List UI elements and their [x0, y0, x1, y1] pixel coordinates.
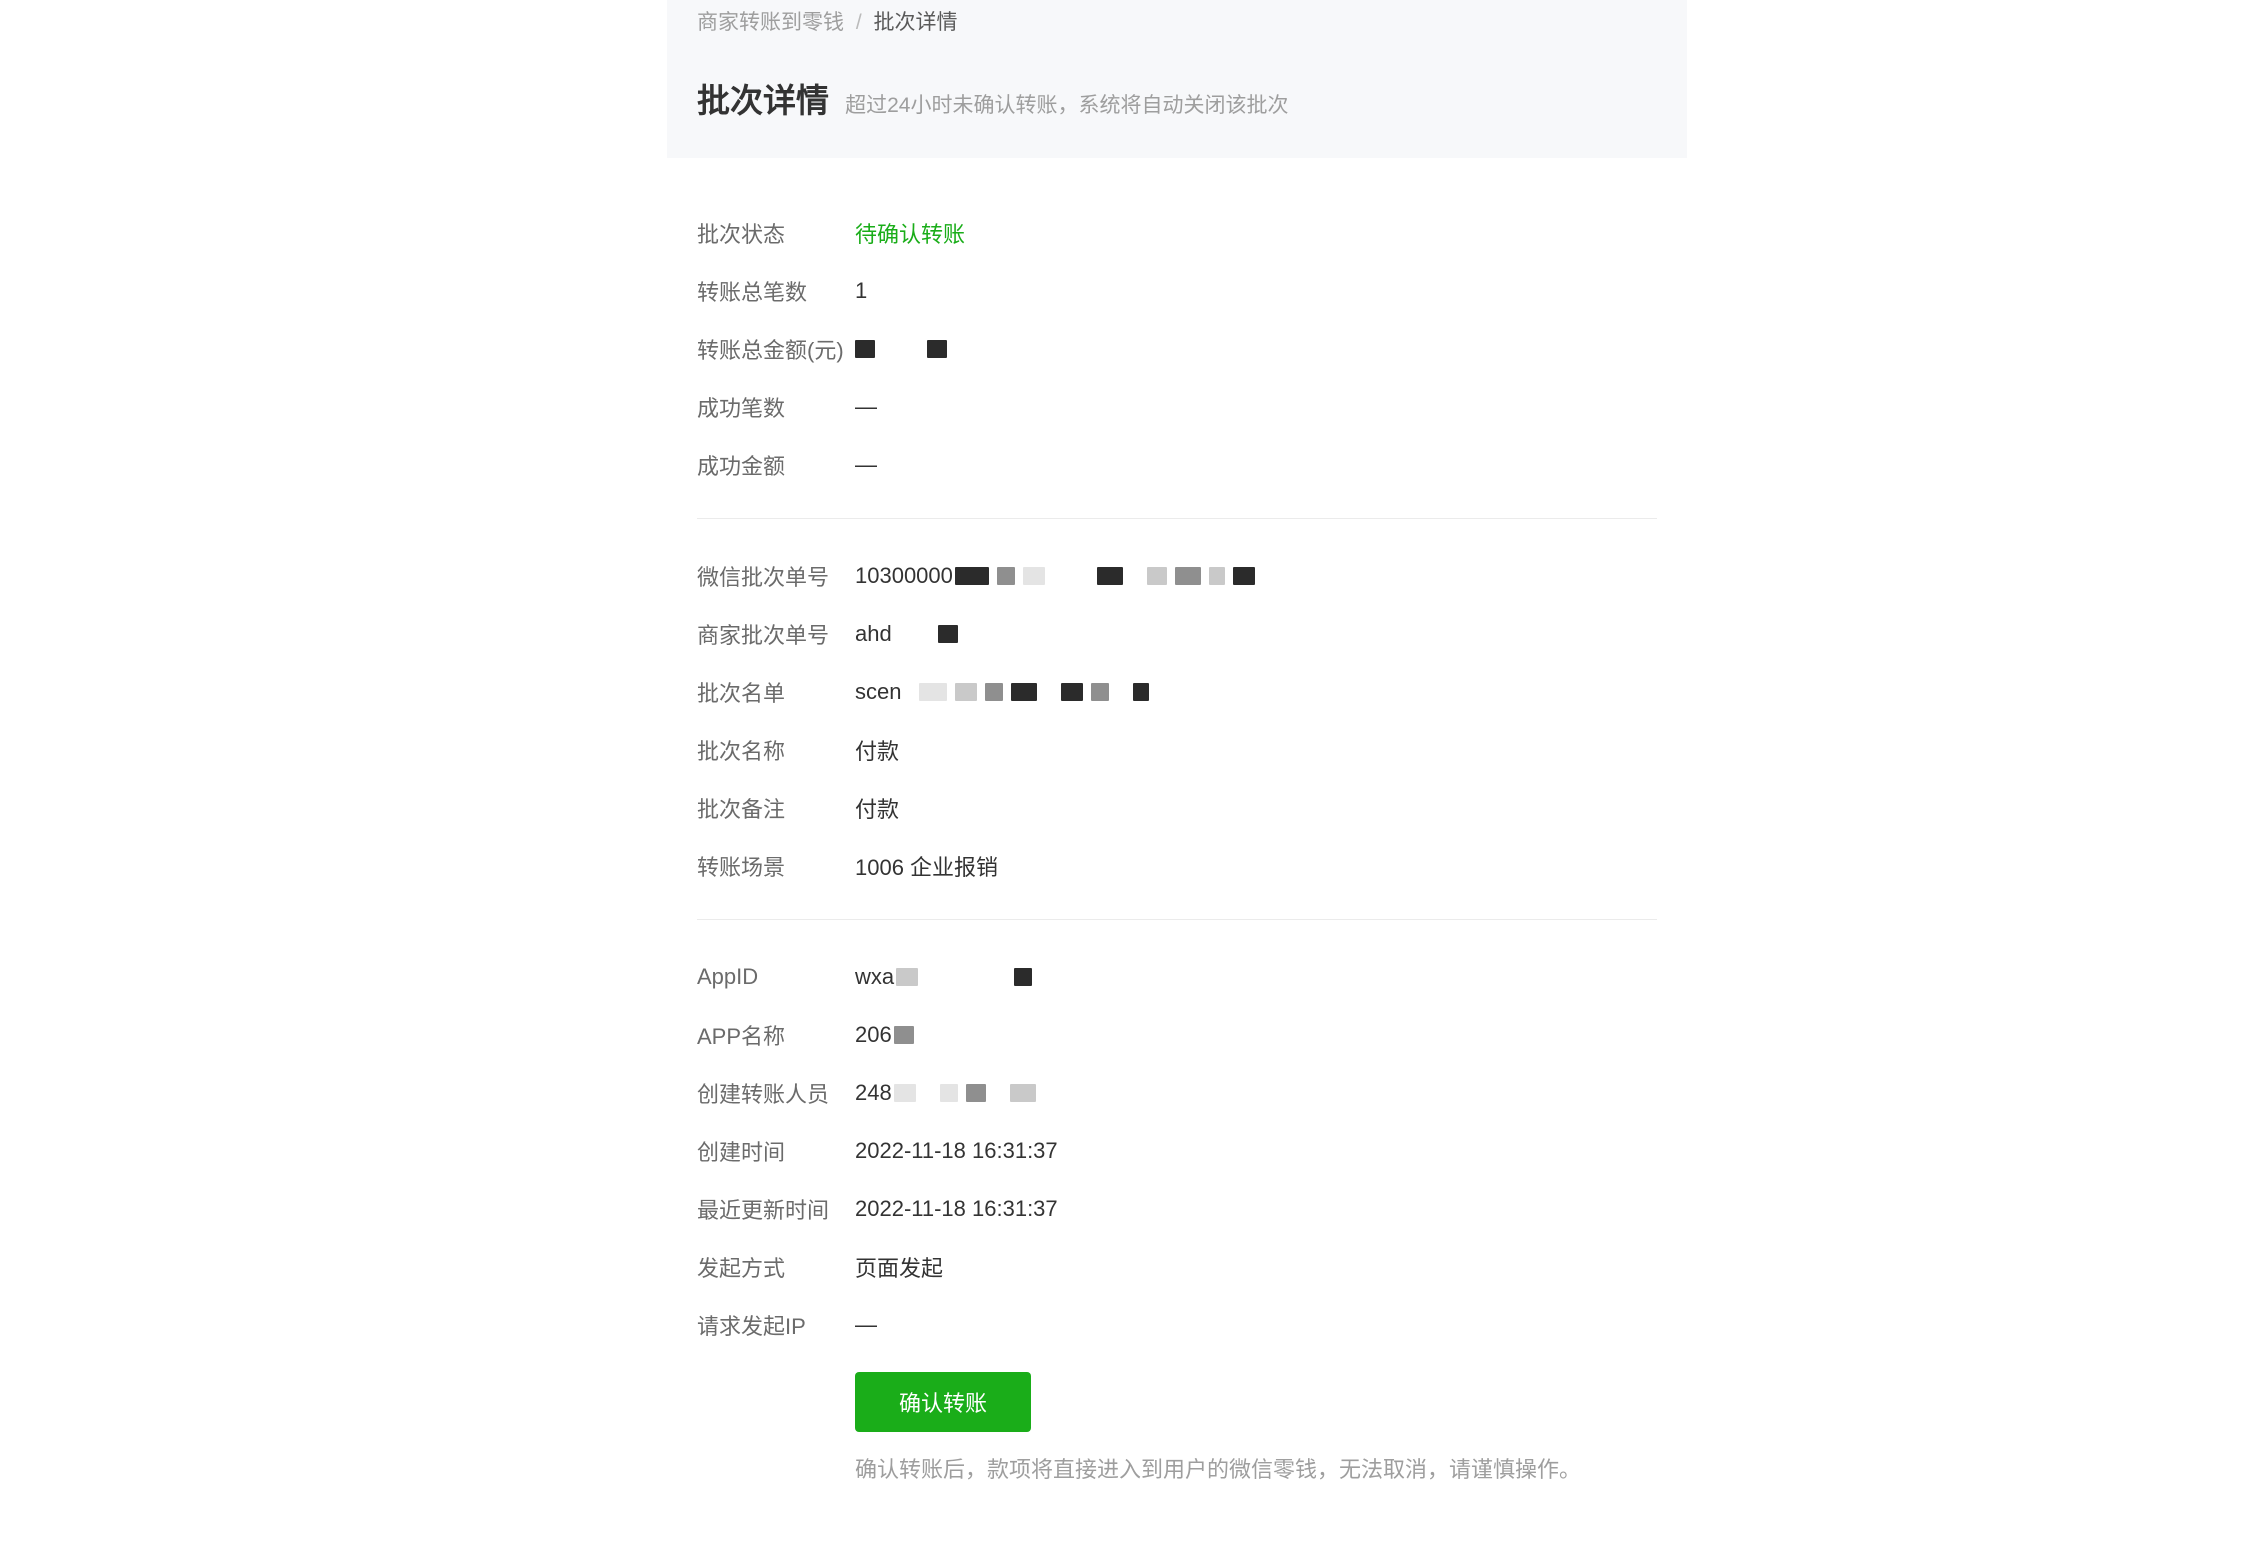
page-title: 批次详情 — [697, 74, 829, 122]
row-app-id: AppID wxa — [697, 948, 1657, 1006]
value-success-amount: — — [855, 452, 877, 478]
row-batch-name: 批次名称 付款 — [697, 721, 1657, 779]
section-batch-info: 微信批次单号 10300000 — [697, 518, 1657, 913]
value-create-time: 2022-11-18 16:31:37 — [855, 1138, 1058, 1164]
row-success-count: 成功笔数 — — [697, 378, 1657, 436]
row-batch-list: 批次名单 scen — [697, 663, 1657, 721]
redacted-total-amount — [855, 340, 947, 358]
page-header: 批次详情 超过24小时未确认转账，系统将自动关闭该批次 — [667, 54, 1687, 158]
label-update-time: 最近更新时间 — [697, 1193, 855, 1225]
redacted-app-name — [894, 1026, 914, 1044]
breadcrumb-current: 批次详情 — [874, 11, 958, 34]
page-subtitle: 超过24小时未确认转账，系统将自动关闭该批次 — [845, 89, 1288, 119]
row-batch-remark: 批次备注 付款 — [697, 779, 1657, 837]
row-initiate-method: 发起方式 页面发起 — [697, 1238, 1657, 1296]
label-total-count: 转账总笔数 — [697, 275, 855, 307]
label-success-amount: 成功金额 — [697, 449, 855, 481]
batch-list-prefix: scen — [855, 679, 901, 705]
value-app-name: 206 — [855, 1022, 914, 1048]
breadcrumb-separator: / — [856, 11, 862, 34]
confirm-transfer-button[interactable]: 确认转账 — [855, 1372, 1031, 1432]
app-name-prefix: 206 — [855, 1022, 892, 1048]
row-request-ip: 请求发起IP — — [697, 1296, 1657, 1354]
label-total-amount: 转账总金额(元) — [697, 333, 855, 365]
action-area: 确认转账 确认转账后，款项将直接进入到用户的微信零钱，无法取消，请谨慎操作。 — [697, 1372, 1657, 1484]
section-app-info: AppID wxa APP名称 206 — [697, 919, 1657, 1502]
label-batch-list: 批次名单 — [697, 676, 855, 708]
value-initiate-method: 页面发起 — [855, 1251, 943, 1283]
row-total-amount: 转账总金额(元) — [697, 320, 1657, 378]
breadcrumb: 商家转账到零钱 / 批次详情 — [667, 0, 1687, 54]
breadcrumb-parent-link[interactable]: 商家转账到零钱 — [697, 11, 844, 34]
redacted-batch-list — [903, 683, 1149, 701]
row-batch-status: 批次状态 待确认转账 — [697, 204, 1657, 262]
label-app-id: AppID — [697, 964, 855, 990]
label-batch-status: 批次状态 — [697, 217, 855, 249]
label-wx-batch-no: 微信批次单号 — [697, 560, 855, 592]
value-request-ip: — — [855, 1312, 877, 1338]
row-mch-batch-no: 商家批次单号 ahd — [697, 605, 1657, 663]
label-batch-remark: 批次备注 — [697, 792, 855, 824]
row-update-time: 最近更新时间 2022-11-18 16:31:37 — [697, 1180, 1657, 1238]
row-wx-batch-no: 微信批次单号 10300000 — [697, 547, 1657, 605]
label-create-time: 创建时间 — [697, 1135, 855, 1167]
value-transfer-scene: 1006 企业报销 — [855, 850, 998, 882]
value-success-count: — — [855, 394, 877, 420]
value-batch-status: 待确认转账 — [855, 217, 965, 249]
redacted-mch-batch-no — [894, 625, 958, 643]
row-total-count: 转账总笔数 1 — [697, 262, 1657, 320]
label-initiate-method: 发起方式 — [697, 1251, 855, 1283]
confirm-note: 确认转账后，款项将直接进入到用户的微信零钱，无法取消，请谨慎操作。 — [855, 1452, 1657, 1484]
label-transfer-scene: 转账场景 — [697, 850, 855, 882]
label-creator: 创建转账人员 — [697, 1077, 855, 1109]
value-total-amount — [855, 340, 947, 358]
redacted-wx-batch-no — [955, 567, 1255, 585]
section-summary: 批次状态 待确认转账 转账总笔数 1 转账总金额(元) — [697, 186, 1657, 512]
value-creator: 248 — [855, 1080, 1036, 1106]
label-request-ip: 请求发起IP — [697, 1309, 855, 1341]
row-create-time: 创建时间 2022-11-18 16:31:37 — [697, 1122, 1657, 1180]
row-success-amount: 成功金额 — — [697, 436, 1657, 494]
row-creator: 创建转账人员 248 — [697, 1064, 1657, 1122]
row-transfer-scene: 转账场景 1006 企业报销 — [697, 837, 1657, 895]
wx-batch-no-prefix: 10300000 — [855, 563, 953, 589]
value-update-time: 2022-11-18 16:31:37 — [855, 1196, 1058, 1222]
redacted-creator — [894, 1084, 1036, 1102]
creator-prefix: 248 — [855, 1080, 892, 1106]
value-total-count: 1 — [855, 278, 867, 304]
mch-batch-no-prefix: ahd — [855, 621, 892, 647]
label-app-name: APP名称 — [697, 1019, 855, 1051]
value-batch-name: 付款 — [855, 734, 899, 766]
value-mch-batch-no: ahd — [855, 621, 958, 647]
value-wx-batch-no: 10300000 — [855, 563, 1255, 589]
label-mch-batch-no: 商家批次单号 — [697, 618, 855, 650]
value-batch-remark: 付款 — [855, 792, 899, 824]
app-id-prefix: wxa — [855, 964, 894, 990]
row-app-name: APP名称 206 — [697, 1006, 1657, 1064]
label-batch-name: 批次名称 — [697, 734, 855, 766]
value-batch-list: scen — [855, 679, 1149, 705]
redacted-app-id — [896, 968, 1032, 986]
value-app-id: wxa — [855, 964, 1032, 990]
label-success-count: 成功笔数 — [697, 391, 855, 423]
